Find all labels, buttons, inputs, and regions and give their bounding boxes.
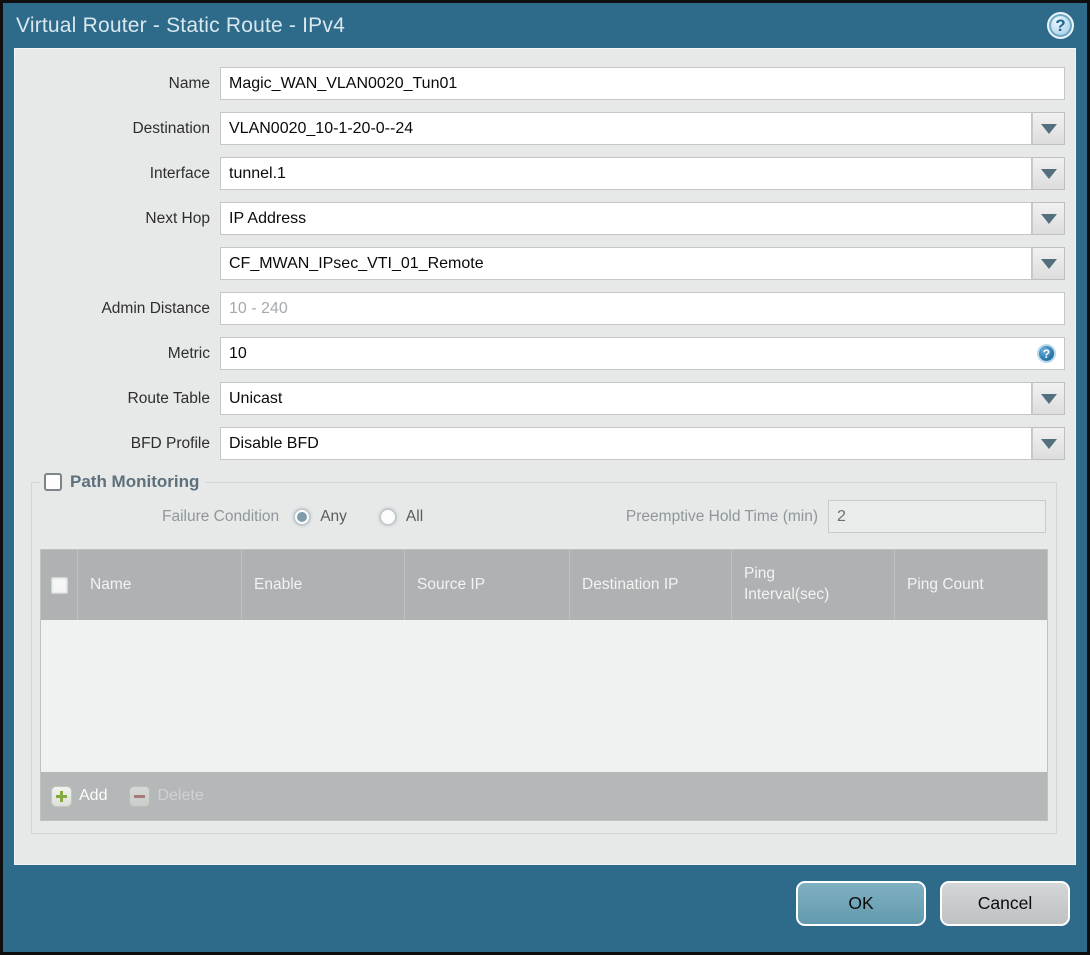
chevron-down-icon [1040, 393, 1057, 404]
preemptive-hold-time-label: Preemptive Hold Time (min) [625, 507, 818, 525]
failure-condition-row: Failure Condition Any All Preemptive Hol… [42, 500, 1046, 533]
path-monitoring-title: Path Monitoring [70, 472, 200, 491]
metric-row: Metric ? [15, 337, 1065, 370]
table-header-source-ip: Source IP [404, 550, 569, 620]
destination-label: Destination [132, 119, 210, 137]
add-button-label: Add [79, 787, 108, 804]
chevron-down-icon [1040, 168, 1057, 179]
route-table-label: Route Table [127, 389, 210, 407]
route-table-dropdown-button[interactable] [1032, 382, 1065, 415]
metric-label: Metric [167, 344, 210, 362]
preemptive-hold-time-group: Preemptive Hold Time (min) [626, 500, 1046, 533]
failure-condition-all-radio [378, 507, 397, 526]
interface-label: Interface [149, 164, 210, 182]
bfd-profile-input[interactable] [220, 427, 1032, 460]
next-hop-address-input[interactable] [220, 247, 1032, 280]
destination-row: Destination [15, 112, 1065, 145]
next-hop-address-dropdown-button[interactable] [1032, 247, 1065, 280]
dialog-body: Name Destination Interface [14, 48, 1076, 865]
title-bar: Virtual Router - Static Route - IPv4 ? [3, 3, 1087, 48]
chevron-down-icon [1040, 213, 1057, 224]
table-header-ping-count: Ping Count [894, 550, 1047, 620]
add-plus-icon [51, 785, 72, 807]
metric-help-icon[interactable]: ? [1037, 344, 1056, 363]
interface-dropdown-button[interactable] [1032, 157, 1065, 190]
table-toolbar: Add Delete [41, 772, 1047, 820]
select-all-checkbox[interactable] [50, 576, 68, 594]
name-label: Name [168, 74, 210, 92]
add-button[interactable]: Add [51, 785, 108, 807]
interface-input[interactable] [220, 157, 1032, 190]
failure-condition-label: Failure Condition [162, 507, 280, 525]
next-hop-label: Next Hop [145, 209, 210, 227]
destination-input[interactable] [220, 112, 1032, 145]
table-header-name: Name [77, 550, 241, 620]
dialog-footer: OK Cancel [3, 865, 1087, 952]
failure-condition-any-label: Any [320, 507, 347, 525]
bfd-profile-dropdown-button[interactable] [1032, 427, 1065, 460]
table-header-row: Name Enable Source IP Destination IP Pin… [41, 550, 1047, 620]
admin-distance-label: Admin Distance [101, 299, 210, 317]
table-header-checkbox-cell [41, 550, 77, 620]
preemptive-hold-time-input [828, 500, 1046, 533]
bfd-profile-row: BFD Profile [15, 427, 1065, 460]
admin-distance-input[interactable] [220, 292, 1065, 325]
next-hop-row: Next Hop [15, 202, 1065, 235]
next-hop-dropdown-button[interactable] [1032, 202, 1065, 235]
path-monitoring-table: Name Enable Source IP Destination IP Pin… [40, 549, 1048, 821]
next-hop-address-row [15, 247, 1065, 280]
chevron-down-icon [1040, 438, 1057, 449]
name-input[interactable] [220, 67, 1065, 100]
path-monitoring-group: Path Monitoring Failure Condition Any Al… [31, 472, 1057, 834]
table-header-destination-ip: Destination IP [569, 550, 731, 620]
cancel-button[interactable]: Cancel [940, 881, 1070, 926]
dialog-title: Virtual Router - Static Route - IPv4 [16, 13, 345, 37]
failure-condition-any-radio [293, 507, 312, 526]
admin-distance-row: Admin Distance [15, 292, 1065, 325]
path-monitoring-checkbox[interactable] [44, 473, 62, 491]
help-icon[interactable]: ? [1047, 12, 1074, 39]
ok-button[interactable]: OK [796, 881, 926, 926]
route-table-row: Route Table [15, 382, 1065, 415]
table-header-enable: Enable [241, 550, 404, 620]
next-hop-type-input[interactable] [220, 202, 1032, 235]
static-route-dialog: Virtual Router - Static Route - IPv4 ? N… [0, 0, 1090, 955]
destination-dropdown-button[interactable] [1032, 112, 1065, 145]
chevron-down-icon [1040, 258, 1057, 269]
route-table-input[interactable] [220, 382, 1032, 415]
table-header-ping-interval: Ping Interval(sec) [731, 550, 894, 620]
path-monitoring-legend: Path Monitoring [40, 472, 205, 492]
failure-condition-all-label: All [405, 507, 424, 525]
metric-input[interactable] [220, 337, 1065, 370]
name-row: Name [15, 67, 1065, 100]
delete-button: Delete [129, 785, 204, 807]
table-body-empty [41, 620, 1047, 772]
delete-minus-icon [129, 785, 151, 807]
interface-row: Interface [15, 157, 1065, 190]
delete-button-label: Delete [157, 787, 204, 804]
bfd-profile-label: BFD Profile [130, 434, 210, 452]
chevron-down-icon [1040, 123, 1057, 134]
